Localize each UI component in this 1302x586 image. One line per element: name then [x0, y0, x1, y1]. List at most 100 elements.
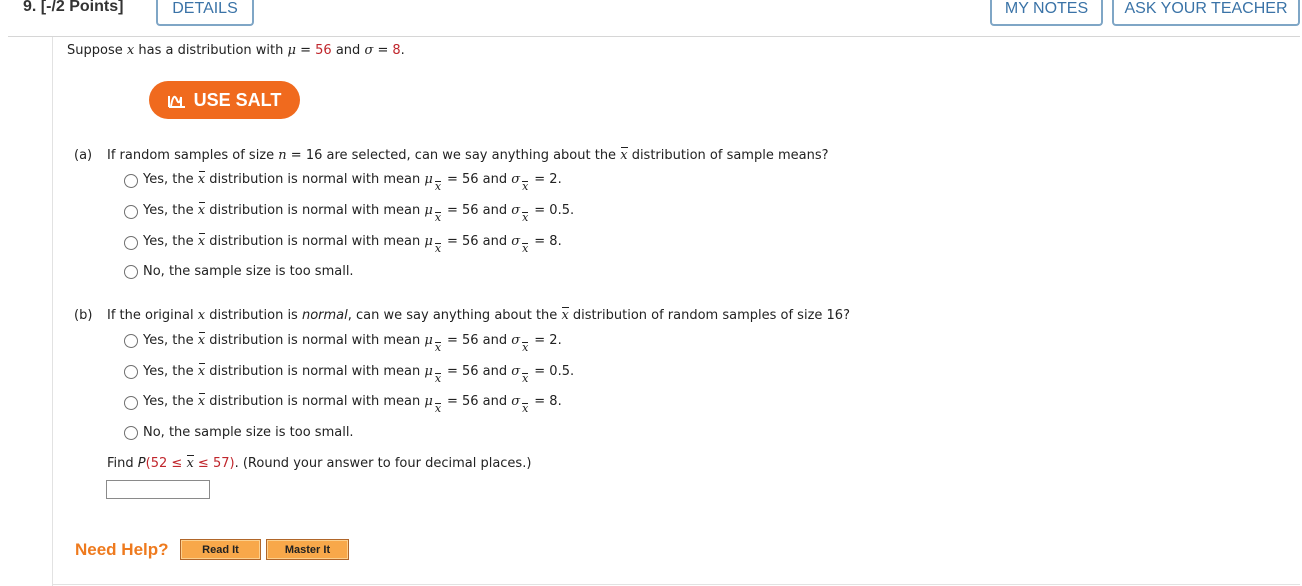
option-text: = 56 and: [446, 364, 508, 379]
part-b-option-1-radio[interactable]: [124, 334, 138, 348]
master-it-button[interactable]: Master It: [266, 539, 349, 560]
mu-symbol: μ: [424, 172, 433, 187]
sigma-value: 8: [392, 43, 401, 58]
part-b-option-3-label[interactable]: Yes, the x distribution is normal with m…: [143, 393, 562, 415]
part-b-label: (b): [74, 308, 93, 323]
option-text: = 2.: [534, 333, 562, 348]
x-bar: x: [561, 307, 570, 323]
x-bar-subscript: x: [522, 242, 529, 255]
option-text: Yes, the: [143, 234, 194, 249]
x-bar: x: [197, 363, 206, 379]
part-a-option-1-radio[interactable]: [124, 174, 138, 188]
question-text: If random samples of size: [107, 148, 275, 163]
question-text: distribution of sample means?: [631, 148, 829, 163]
option-text: Yes, the: [143, 203, 194, 218]
equals: =: [300, 43, 312, 58]
x-bar-subscript: x: [434, 242, 442, 255]
part-b-option-4-label[interactable]: No, the sample size is too small.: [143, 425, 354, 441]
problem-statement: Suppose x has a distribution with μ = 56…: [67, 43, 405, 59]
x-bar: x: [620, 147, 628, 163]
part-a-option-2-radio[interactable]: [124, 205, 138, 219]
my-notes-button[interactable]: MY NOTES: [990, 0, 1103, 26]
probability-answer-input[interactable]: [106, 480, 210, 499]
sigma-symbol: σ: [511, 234, 521, 249]
content-frame-bottom: [52, 584, 1300, 585]
option-text: distribution is normal with mean: [209, 333, 421, 348]
prompt-text: . (Round your answer to four decimal pla…: [234, 456, 532, 471]
le-symbol: ≤: [197, 456, 209, 471]
option-text: = 56 and: [446, 203, 508, 218]
mu-symbol: μ: [424, 234, 433, 249]
use-salt-label: USE SALT: [193, 89, 282, 110]
x-bar: x: [197, 202, 206, 218]
part-a-option-4-label[interactable]: No, the sample size is too small.: [143, 264, 354, 280]
ask-your-teacher-button[interactable]: ASK YOUR TEACHER: [1112, 0, 1300, 26]
header-divider: [8, 36, 1300, 37]
x-bar-subscript: x: [522, 372, 529, 385]
x-bar-subscript: x: [434, 372, 442, 385]
content-frame-left: [52, 37, 53, 586]
intro-text: has a distribution with: [138, 43, 284, 58]
part-a-option-3-radio[interactable]: [124, 236, 138, 250]
part-a-option-3-label[interactable]: Yes, the x distribution is normal with m…: [143, 233, 562, 255]
question-text: distribution of random samples of size 1…: [572, 308, 850, 323]
x-bar-subscript: x: [434, 211, 442, 224]
part-a-option-2-label[interactable]: Yes, the x distribution is normal with m…: [143, 202, 575, 224]
read-it-button[interactable]: Read It: [180, 539, 261, 560]
part-b-option-3-radio[interactable]: [124, 396, 138, 410]
sigma-symbol: σ: [364, 43, 374, 58]
var-x: x: [197, 308, 206, 323]
option-text: = 56 and: [446, 394, 508, 409]
mu-value: 56: [315, 43, 332, 58]
mu-symbol: μ: [424, 364, 433, 379]
option-text: distribution is normal with mean: [209, 234, 421, 249]
equals: =: [377, 43, 389, 58]
option-text: = 0.5.: [534, 364, 575, 379]
question-text: = 16 are selected, can we say anything a…: [290, 148, 617, 163]
lower-bound: (52: [145, 456, 168, 471]
prompt-text: Find: [107, 456, 134, 471]
part-a-option-1-label[interactable]: Yes, the x distribution is normal with m…: [143, 171, 562, 193]
sigma-symbol: σ: [511, 364, 521, 379]
x-bar: x: [197, 233, 206, 249]
need-help-label: Need Help?: [75, 540, 169, 559]
option-text: Yes, the: [143, 364, 194, 379]
x-bar-subscript: x: [434, 341, 442, 354]
salt-chart-icon: [167, 95, 185, 108]
option-text: = 8.: [534, 394, 562, 409]
option-text: = 8.: [534, 234, 562, 249]
part-a-label: (a): [74, 148, 93, 163]
mu-symbol: μ: [287, 43, 296, 58]
use-salt-button[interactable]: USE SALT: [149, 81, 300, 119]
le-symbol: ≤: [171, 456, 183, 471]
intro-text: Suppose: [67, 43, 123, 58]
option-text: = 56 and: [446, 172, 508, 187]
x-bar-subscript: x: [434, 402, 442, 415]
prob-P: P: [137, 456, 146, 471]
option-text: distribution is normal with mean: [209, 172, 421, 187]
x-bar-subscript: x: [522, 402, 529, 415]
find-probability-prompt: Find P(52 ≤ x ≤ 57). (Round your answer …: [107, 455, 532, 472]
part-b-option-4-radio[interactable]: [124, 426, 138, 440]
x-bar: x: [197, 393, 206, 409]
sigma-symbol: σ: [511, 394, 521, 409]
x-bar: x: [197, 332, 206, 348]
x-bar-subscript: x: [522, 341, 529, 354]
mu-symbol: μ: [424, 203, 433, 218]
part-b-option-2-radio[interactable]: [124, 365, 138, 379]
mu-symbol: μ: [424, 394, 433, 409]
var-n: n: [278, 148, 287, 163]
option-text: = 56 and: [446, 333, 508, 348]
x-bar-subscript: x: [522, 180, 529, 193]
option-text: = 56 and: [446, 234, 508, 249]
option-text: distribution is normal with mean: [209, 364, 421, 379]
question-text: If the original: [107, 308, 194, 323]
x-bar-subscript: x: [434, 180, 442, 193]
part-a-option-4-radio[interactable]: [124, 265, 138, 279]
details-button[interactable]: DETAILS: [156, 0, 254, 26]
option-text: = 0.5.: [534, 203, 575, 218]
question-text: distribution is: [209, 308, 298, 323]
part-b-option-2-label[interactable]: Yes, the x distribution is normal with m…: [143, 363, 575, 385]
mu-symbol: μ: [424, 333, 433, 348]
part-b-option-1-label[interactable]: Yes, the x distribution is normal with m…: [143, 332, 562, 354]
